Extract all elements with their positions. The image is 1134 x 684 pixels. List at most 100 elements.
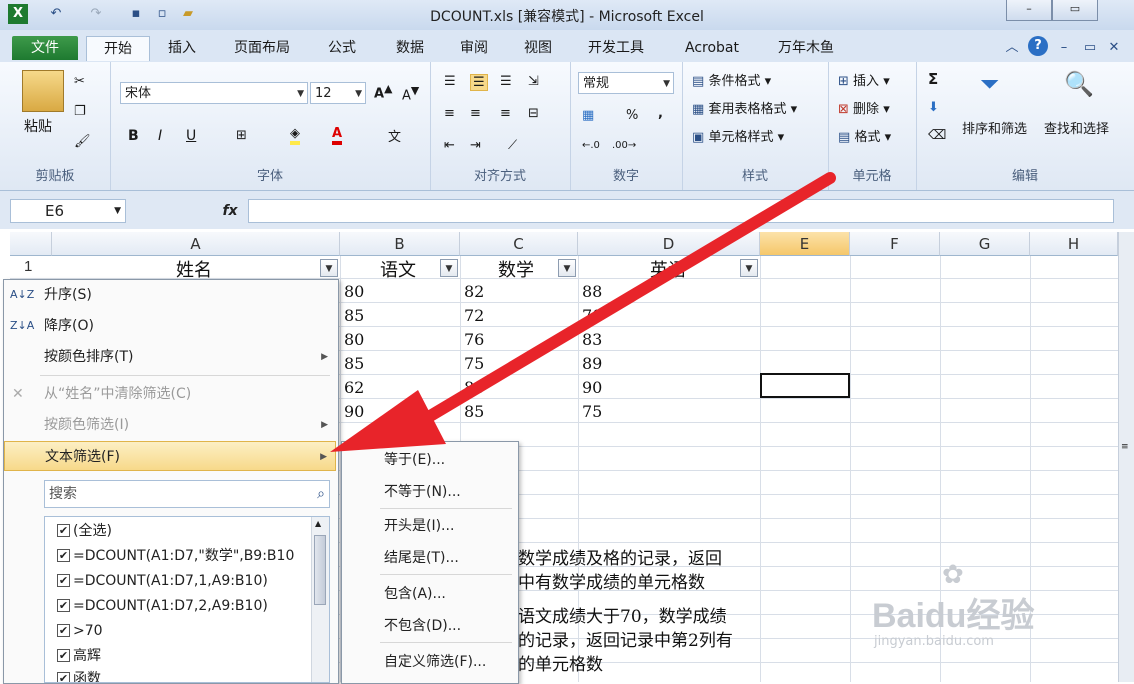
column-header-f[interactable]: F — [850, 232, 940, 256]
cell-b6[interactable]: 62 — [344, 378, 364, 397]
filter-dropdown-c[interactable]: ▼ — [558, 259, 576, 277]
copy-icon[interactable]: ❐ — [74, 104, 86, 119]
menu-item-sort-by-color[interactable]: 按颜色排序(T) ▶ — [4, 342, 336, 372]
column-header-b[interactable]: B — [340, 232, 460, 256]
list-item[interactable]: ✔ (全选) — [57, 519, 112, 543]
submenu-not-equal[interactable]: 不等于(N)... — [384, 478, 461, 506]
cell-b3[interactable]: 85 — [344, 306, 364, 325]
tab-developer[interactable]: 开发工具 — [576, 36, 656, 60]
grow-font-icon[interactable]: A▲ — [374, 82, 392, 101]
select-all-corner[interactable] — [10, 232, 52, 256]
list-item[interactable]: ✔ 高辉 — [57, 644, 101, 668]
doc-minimize-icon[interactable]: – — [1054, 38, 1074, 58]
autosum-button[interactable]: Σ — [928, 70, 938, 88]
minimize-button[interactable]: – — [1006, 0, 1052, 21]
sort-filter-button[interactable]: 排序和筛选 — [962, 118, 1027, 137]
row-header-1[interactable]: 1 — [24, 258, 32, 275]
filter-search-input[interactable]: 搜索 ⌕ — [44, 480, 330, 508]
format-painter-icon[interactable]: 🖌 — [74, 134, 91, 149]
tab-file[interactable]: 文件 — [12, 36, 78, 60]
decrease-decimal-icon[interactable]: .00→ — [612, 140, 636, 151]
checkbox-checked-icon[interactable]: ✔ — [57, 672, 70, 682]
cell-b2[interactable]: 80 — [344, 282, 364, 301]
cut-icon[interactable]: ✂ — [74, 74, 85, 89]
column-header-d[interactable]: D — [578, 232, 760, 256]
tab-acrobat[interactable]: Acrobat — [670, 36, 754, 60]
scroll-thumb[interactable] — [314, 535, 326, 605]
column-header-e[interactable]: E — [760, 232, 850, 256]
submenu-custom-filter[interactable]: 自定义筛选(F)... — [384, 648, 486, 676]
tab-formulas[interactable]: 公式 — [314, 36, 370, 60]
header-cell-chinese[interactable]: 语文 — [380, 256, 416, 282]
italic-button[interactable]: I — [158, 128, 162, 144]
tab-review[interactable]: 审阅 — [446, 36, 502, 60]
restore-button[interactable]: ▭ — [1052, 0, 1098, 21]
cell-d4[interactable]: 83 — [582, 330, 602, 349]
format-as-table-button[interactable]: ▦ 套用表格格式 ▾ — [692, 98, 797, 117]
tab-wannian-muyu[interactable]: 万年木鱼 — [764, 36, 848, 60]
submenu-equals[interactable]: 等于(E)... — [384, 446, 445, 474]
cell-b7[interactable]: 90 — [344, 402, 364, 421]
checkbox-checked-icon[interactable]: ✔ — [57, 599, 70, 612]
merge-center-icon[interactable]: ⊟ — [528, 106, 539, 121]
increase-decimal-icon[interactable]: ←.0 — [582, 140, 600, 151]
tab-home[interactable]: 开始 — [86, 36, 150, 61]
font-size-select[interactable]: 12 ▼ — [310, 82, 366, 104]
header-cell-math[interactable]: 数学 — [498, 256, 534, 282]
decrease-indent-icon[interactable]: ⇤ — [444, 138, 455, 153]
formula-input[interactable] — [248, 199, 1114, 223]
filter-dropdown-d[interactable]: ▼ — [740, 259, 758, 277]
find-select-icon[interactable]: 🔍 — [1064, 70, 1094, 98]
column-header-h[interactable]: H — [1030, 232, 1118, 256]
checkbox-checked-icon[interactable]: ✔ — [57, 574, 70, 587]
help-icon[interactable]: ? — [1028, 36, 1048, 56]
column-header-g[interactable]: G — [940, 232, 1030, 256]
find-select-button[interactable]: 查找和选择 — [1044, 118, 1109, 137]
doc-restore-icon[interactable]: ▭ — [1080, 38, 1100, 58]
cell-c7[interactable]: 85 — [464, 402, 484, 421]
insert-cells-button[interactable]: ⊞ 插入 ▾ — [838, 70, 890, 89]
cell-d6[interactable]: 90 — [582, 378, 602, 397]
paste-icon[interactable] — [22, 70, 64, 112]
list-item[interactable]: ✔ =DCOUNT(A1:D7,2,A9:B10) — [57, 594, 268, 618]
cell-styles-button[interactable]: ▣ 单元格样式 ▾ — [692, 126, 784, 145]
wrap-text-icon[interactable]: ⇲ — [528, 74, 539, 89]
align-bottom-icon[interactable]: ☰ — [500, 74, 512, 89]
font-name-select[interactable]: 宋体 ▼ — [120, 82, 308, 104]
filter-dropdown-b[interactable]: ▼ — [440, 259, 458, 277]
underline-button[interactable]: U — [186, 128, 196, 144]
insert-function-button[interactable]: fx — [215, 199, 245, 223]
cell-c5[interactable]: 75 — [464, 354, 484, 373]
cell-b4[interactable]: 80 — [344, 330, 364, 349]
column-header-a[interactable]: A — [52, 232, 340, 256]
format-cells-button[interactable]: ▤ 格式 ▾ — [838, 126, 891, 145]
list-item[interactable]: ✔ >70 — [57, 619, 103, 643]
bold-button[interactable]: B — [128, 128, 139, 144]
cell-c2[interactable]: 82 — [464, 282, 484, 301]
list-item[interactable]: ✔ =DCOUNT(A1:D7,"数学",B9:B10 — [57, 544, 294, 568]
filter-dropdown-a[interactable]: ▼ — [320, 259, 338, 277]
column-header-c[interactable]: C — [460, 232, 578, 256]
phonetic-icon[interactable]: 文 — [388, 126, 401, 145]
percent-button[interactable]: % — [626, 108, 638, 123]
delete-cells-button[interactable]: ⊠ 删除 ▾ — [838, 98, 890, 117]
font-color-icon[interactable]: A — [332, 126, 343, 145]
cell-c3[interactable]: 72 — [464, 306, 484, 325]
header-cell-english[interactable]: 英语 — [650, 256, 686, 282]
paste-button[interactable]: 粘贴 — [24, 116, 52, 136]
checkbox-checked-icon[interactable]: ✔ — [57, 624, 70, 637]
menu-item-sort-asc[interactable]: A↓Z 升序(S) — [4, 280, 336, 310]
fill-color-icon[interactable]: ◈ — [290, 126, 300, 145]
shrink-font-icon[interactable]: A▼ — [402, 84, 419, 103]
align-center-icon[interactable]: ≡ — [470, 106, 481, 121]
align-left-icon[interactable]: ≡ — [444, 106, 455, 121]
align-top-icon[interactable]: ☰ — [444, 74, 456, 89]
submenu-not-contains[interactable]: 不包含(D)... — [384, 612, 461, 640]
name-box[interactable]: E6 ▼ — [10, 199, 126, 223]
cell-d2[interactable]: 88 — [582, 282, 602, 301]
checkbox-checked-icon[interactable]: ✔ — [57, 649, 70, 662]
submenu-begins-with[interactable]: 开头是(I)... — [384, 512, 454, 540]
cell-d7[interactable]: 75 — [582, 402, 602, 421]
checkbox-checked-icon[interactable]: ✔ — [57, 549, 70, 562]
list-scrollbar[interactable]: ▲ — [311, 517, 329, 682]
